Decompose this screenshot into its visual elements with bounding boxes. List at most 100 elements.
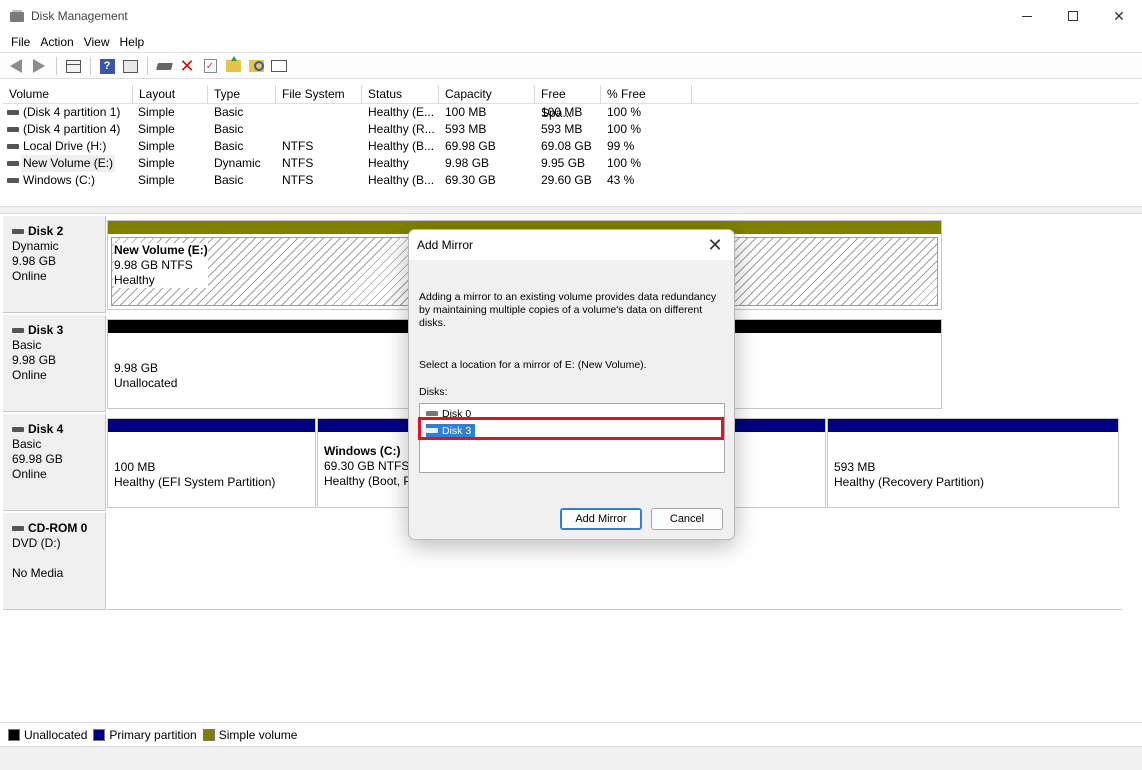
column-type[interactable]: Type bbox=[208, 85, 276, 104]
partition-status: Unallocated bbox=[114, 376, 178, 390]
disk-name: CD-ROM 0 bbox=[12, 521, 105, 536]
disk-name: Disk 2 bbox=[12, 224, 105, 239]
unallocated-swatch bbox=[8, 728, 20, 741]
dialog-prompt: Select a location for a mirror of E: (Ne… bbox=[419, 359, 647, 371]
column-status[interactable]: Status bbox=[362, 85, 439, 104]
legend-label: Simple volume bbox=[218, 727, 298, 742]
disk-name-text: Disk 2 bbox=[28, 224, 64, 238]
disk-label-2[interactable]: Disk 2 Dynamic 9.98 GB Online bbox=[3, 216, 106, 313]
add-mirror-button[interactable]: Add Mirror bbox=[560, 508, 642, 530]
dialog-description: Adding a mirror to an existing volume pr… bbox=[419, 291, 717, 329]
pane-splitter[interactable] bbox=[0, 206, 1142, 214]
connect-disk-button[interactable] bbox=[153, 55, 175, 77]
back-arrow-icon bbox=[10, 59, 22, 73]
cdrom-icon bbox=[12, 526, 24, 531]
volume-free-space: 100 MB bbox=[541, 105, 583, 119]
legend-unallocated: Unallocated bbox=[8, 728, 87, 742]
table-row[interactable]: Local Drive (H:) Simple Basic NTFS Healt… bbox=[3, 138, 703, 155]
partition-status: Healthy (Recovery Partition) bbox=[834, 475, 985, 489]
delete-icon: ✕ bbox=[179, 56, 195, 76]
add-mirror-dialog: Add Mirror ✕ Adding a mirror to an exist… bbox=[408, 229, 735, 540]
disk-icon bbox=[12, 328, 24, 333]
volume-icon bbox=[7, 144, 19, 149]
back-button[interactable] bbox=[5, 55, 27, 77]
partition-info: 593 MB Healthy (Recovery Partition) bbox=[834, 460, 984, 490]
explore-button[interactable] bbox=[245, 55, 267, 77]
disk-name: Disk 4 bbox=[12, 422, 105, 437]
menu-view[interactable]: View bbox=[79, 35, 115, 49]
volume-file-system: NTFS bbox=[282, 139, 314, 153]
volume-status: Healthy (B... bbox=[368, 139, 435, 153]
column-capacity[interactable]: Capacity bbox=[439, 85, 535, 104]
volume-capacity: 69.30 GB bbox=[445, 173, 496, 187]
legend-simple: Simple volume bbox=[202, 727, 298, 742]
volume-type: Basic bbox=[214, 139, 244, 153]
disk-name-text: Disk 3 bbox=[28, 323, 64, 337]
menu-help[interactable]: Help bbox=[115, 35, 150, 49]
maximize-button[interactable] bbox=[1050, 0, 1096, 32]
table-row[interactable]: Windows (C:) Simple Basic NTFS Healthy (… bbox=[3, 172, 703, 189]
checklist-icon: ✓ bbox=[203, 59, 217, 73]
table-row[interactable]: (Disk 4 partition 4) Simple Basic Health… bbox=[3, 121, 703, 138]
volume-name: Windows (C:) bbox=[23, 173, 96, 187]
disk-type: DVD (D:) bbox=[12, 536, 61, 550]
column-free-space[interactable]: Free Spa... bbox=[535, 85, 601, 120]
toolbar: ? ✕ ✓ bbox=[0, 54, 1142, 79]
toolbar-separator bbox=[90, 57, 91, 75]
volume-status: Healthy (B... bbox=[368, 173, 435, 187]
cancel-button[interactable]: Cancel bbox=[651, 508, 723, 530]
volume-status: Healthy bbox=[368, 156, 409, 170]
volume-percent-free: 99 % bbox=[607, 139, 635, 153]
disks-label: Disks: bbox=[419, 386, 448, 398]
help-button[interactable]: ? bbox=[96, 55, 118, 77]
volume-name: New Volume (E:) bbox=[21, 155, 115, 172]
close-window-button[interactable]: ✕ bbox=[1096, 0, 1142, 32]
volume-percent-free: 43 % bbox=[607, 173, 635, 187]
partition-efi[interactable]: 100 MB Healthy (EFI System Partition) bbox=[107, 418, 316, 508]
partition-title: New Volume (E:) bbox=[114, 243, 208, 258]
table-row[interactable]: (Disk 4 partition 1) Simple Basic Health… bbox=[3, 104, 703, 121]
column-percent-free[interactable]: % Free bbox=[601, 85, 692, 104]
check-disk-button[interactable]: ✓ bbox=[199, 55, 221, 77]
column-layout[interactable]: Layout bbox=[133, 85, 208, 104]
disk-label-3[interactable]: Disk 3 Basic 9.98 GB Online bbox=[3, 315, 106, 412]
open-folder-button[interactable] bbox=[222, 55, 244, 77]
disk-label-4[interactable]: Disk 4 Basic 69.98 GB Online bbox=[3, 414, 106, 511]
column-file-system[interactable]: File System bbox=[276, 85, 362, 104]
partition-size: 593 MB bbox=[834, 460, 876, 474]
partition-recovery[interactable]: 593 MB Healthy (Recovery Partition) bbox=[827, 418, 1119, 508]
menu-action[interactable]: Action bbox=[35, 35, 78, 49]
forward-arrow-icon bbox=[33, 59, 45, 73]
volume-layout: Simple bbox=[138, 105, 175, 119]
minimize-icon bbox=[1022, 15, 1032, 17]
column-volume[interactable]: Volume bbox=[3, 85, 133, 104]
volume-percent-free: 100 % bbox=[607, 105, 642, 119]
volume-list: Volume Layout Type File System Status Ca… bbox=[3, 85, 1139, 205]
action-pane-button[interactable] bbox=[119, 55, 141, 77]
show-hide-console-button[interactable] bbox=[62, 55, 84, 77]
volume-icon bbox=[7, 178, 19, 183]
toolbar-separator bbox=[56, 57, 57, 75]
volume-capacity: 69.98 GB bbox=[445, 139, 496, 153]
volume-free-space: 29.60 GB bbox=[541, 173, 592, 187]
volume-layout: Simple bbox=[138, 139, 175, 153]
disk-label-cdrom[interactable]: CD-ROM 0 DVD (D:) No Media bbox=[3, 513, 106, 610]
volume-type: Basic bbox=[214, 122, 244, 136]
delete-button[interactable]: ✕ bbox=[176, 55, 198, 77]
dialog-close-button[interactable]: ✕ bbox=[704, 235, 726, 255]
properties-button[interactable] bbox=[268, 55, 290, 77]
forward-button[interactable] bbox=[28, 55, 50, 77]
disk-size: 9.98 GB bbox=[12, 353, 57, 367]
volume-status: Healthy (R... bbox=[368, 122, 435, 136]
folder-search-icon bbox=[248, 60, 264, 72]
partition-info: 9.98 GB Unallocated bbox=[114, 361, 177, 391]
menu-file[interactable]: File bbox=[6, 35, 35, 49]
table-row[interactable]: New Volume (E:) Simple Dynamic NTFS Heal… bbox=[3, 155, 703, 172]
minimize-button[interactable] bbox=[1004, 0, 1050, 32]
volume-type: Basic bbox=[214, 105, 244, 119]
dialog-title-bar: Add Mirror ✕ bbox=[409, 230, 734, 260]
volume-type: Dynamic bbox=[214, 156, 261, 170]
disk-name-text: CD-ROM 0 bbox=[28, 521, 88, 535]
volume-type: Basic bbox=[214, 173, 244, 187]
